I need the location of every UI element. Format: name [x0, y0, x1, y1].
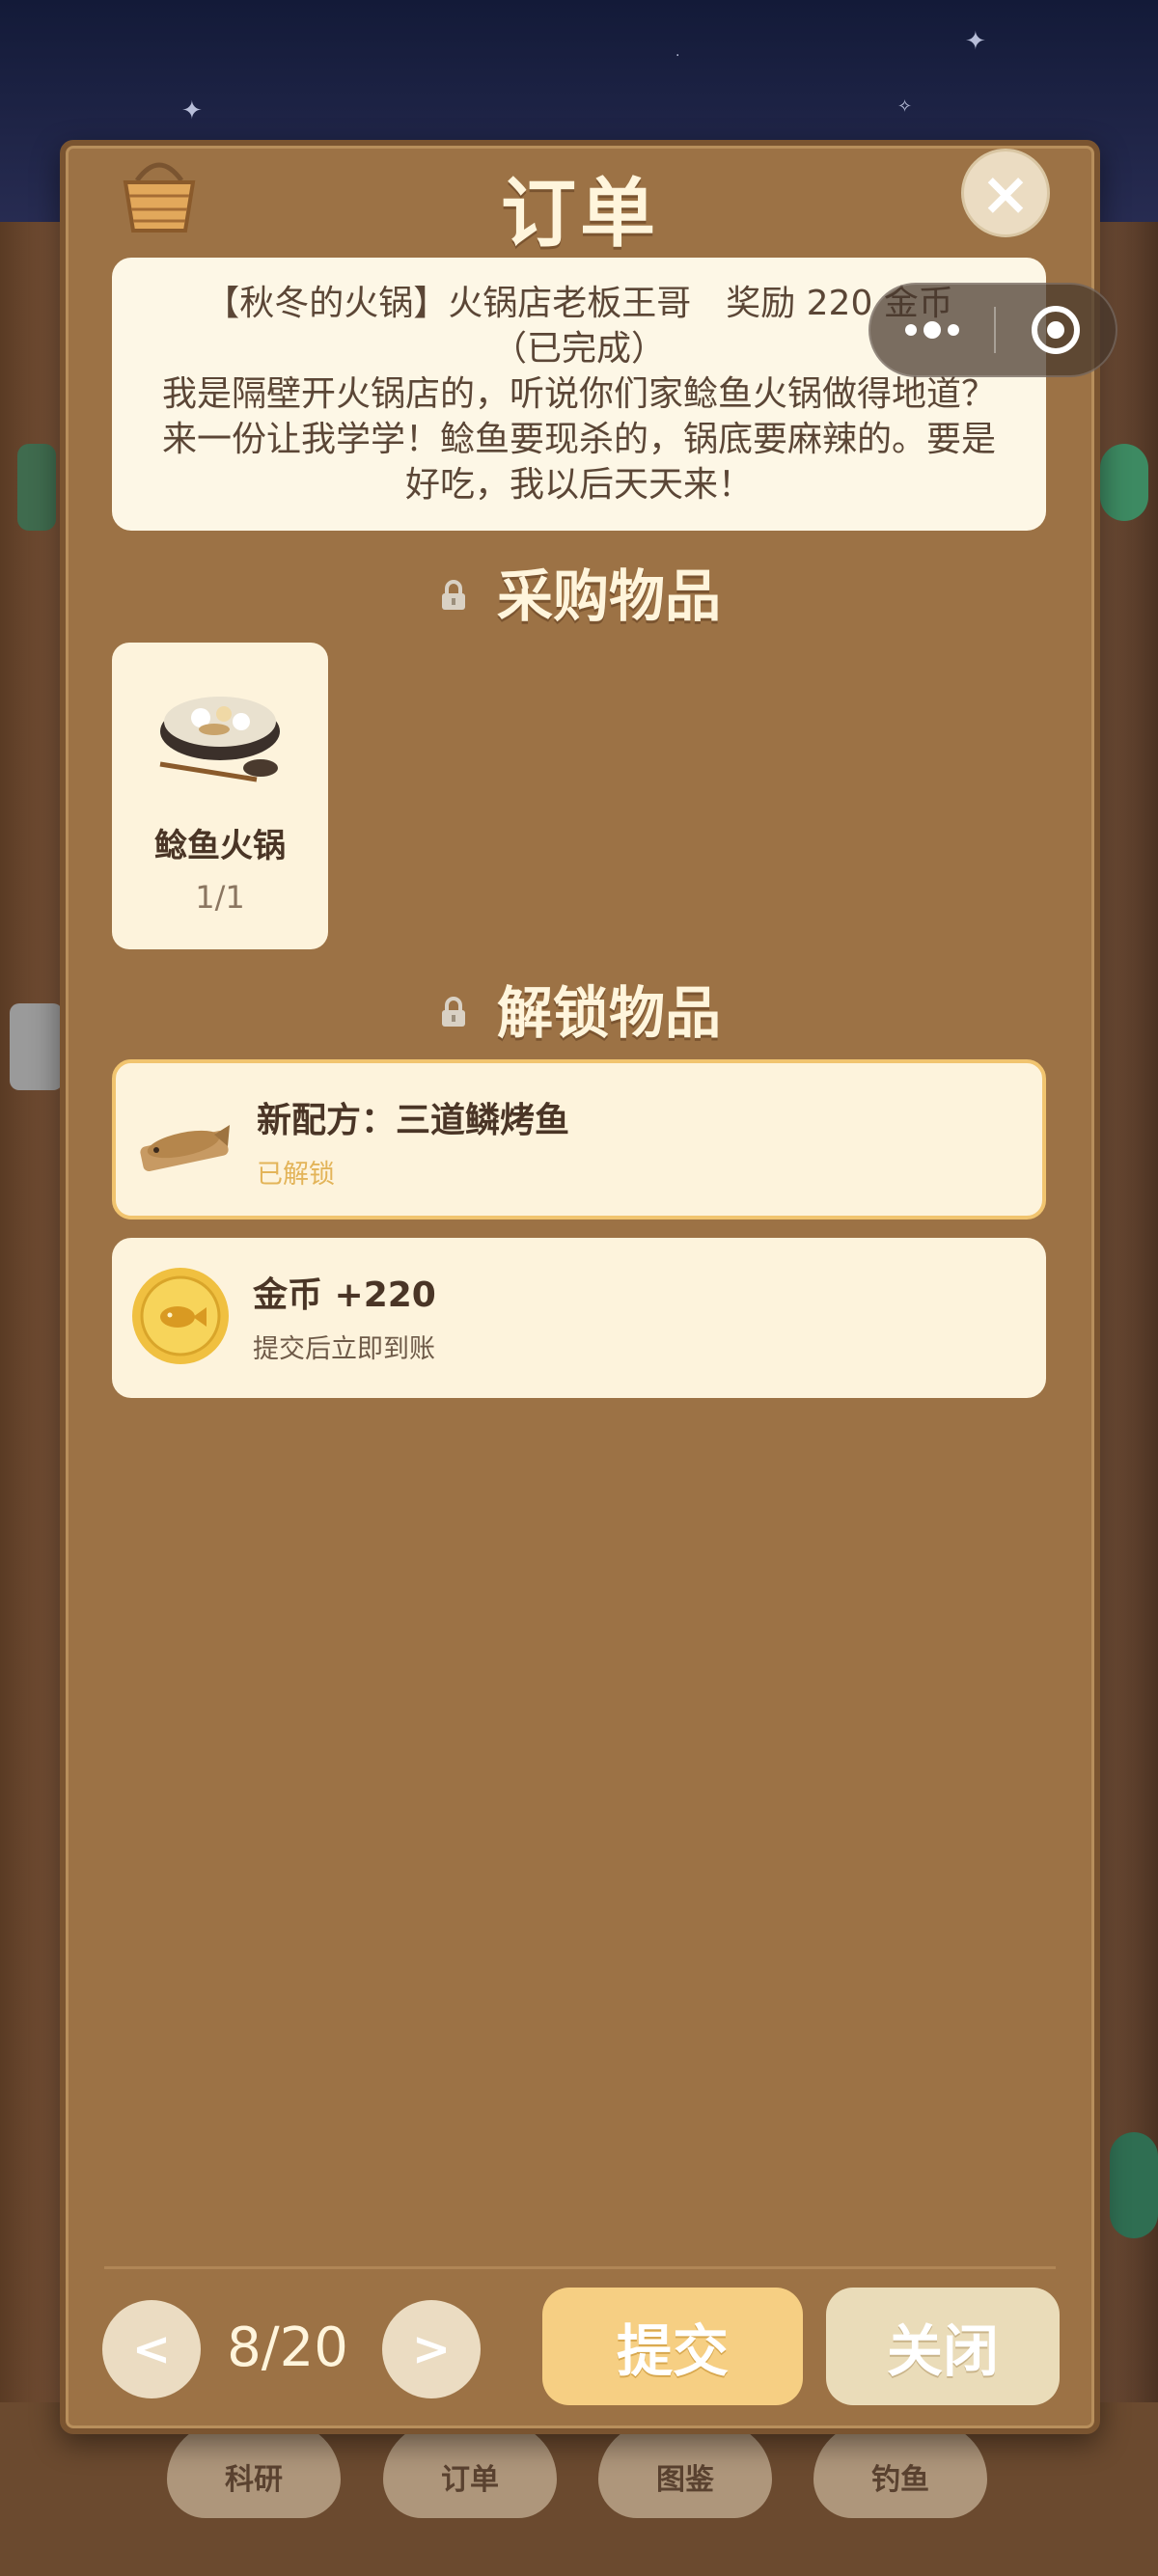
nav-orders-button[interactable]: 订单 [383, 2422, 557, 2518]
barrel-decoration [1110, 2132, 1158, 2238]
lantern-decoration [1100, 444, 1148, 521]
lock-icon [441, 579, 465, 610]
panel-title: 订单 [500, 171, 659, 258]
nav-fishing-button[interactable]: 钓鱼 [813, 2422, 987, 2518]
nav-research-button[interactable]: 科研 [167, 2422, 341, 2518]
reward-coin-title: 金币 +220 [253, 1275, 436, 1315]
reward-recipe-row[interactable]: 新配方：三道鳞烤鱼 已解锁 [112, 1059, 1046, 1219]
plant-pot-decoration [17, 444, 56, 531]
purchase-item-count: 1/1 [195, 879, 245, 916]
exit-miniprogram-button[interactable] [996, 306, 1116, 354]
purchase-heading: 采购物品 [66, 551, 1094, 632]
reward-coin-note: 提交后立即到账 [253, 1334, 435, 1364]
reward-recipe-title: 新配方：三道鳞烤鱼 [257, 1101, 570, 1140]
unlock-heading: 解锁物品 [66, 968, 1094, 1049]
order-panel: 订单 × 【秋冬的火锅】火锅店老板王哥 奖励 220 金币 （已完成） 我是隔壁… [60, 140, 1100, 2434]
more-dot-icon [905, 324, 917, 336]
prev-page-button[interactable]: < [102, 2300, 201, 2398]
purchase-heading-label: 采购物品 [496, 563, 721, 629]
more-dot-icon [924, 321, 941, 339]
star-icon: ✧ [897, 96, 913, 117]
left-wall [0, 222, 68, 2576]
star-icon: ✦ [181, 96, 203, 125]
reward-coin-row[interactable]: 金币 +220 提交后立即到账 [112, 1238, 1046, 1398]
lock-icon [441, 996, 465, 1027]
bottom-nav: 科研 订单 图鉴 钓鱼 [164, 2422, 1013, 2518]
order-description: 我是隔壁开火锅店的，听说你们家鲶鱼火锅做得地道？来一份让我学学！鲶鱼要现杀的，锅… [161, 374, 996, 505]
submit-button[interactable]: 提交 [542, 2288, 803, 2405]
target-icon [1032, 306, 1080, 354]
purchase-item-card[interactable]: 鲶鱼火锅 1/1 [112, 643, 328, 949]
page-indicator: 8/20 [227, 2316, 348, 2379]
gold-coin-icon [132, 1268, 229, 1364]
purchase-item-name: 鲶鱼火锅 [154, 827, 286, 865]
nav-catalog-button[interactable]: 图鉴 [598, 2422, 772, 2518]
close-button[interactable]: 关闭 [826, 2288, 1060, 2405]
grilled-fish-icon [140, 1125, 230, 1171]
unlock-heading-label: 解锁物品 [496, 980, 721, 1046]
miniprogram-capsule [868, 283, 1117, 377]
star-icon: ✦ [965, 27, 986, 56]
more-menu-button[interactable] [870, 285, 994, 375]
footer-divider [104, 2266, 1056, 2269]
next-page-button[interactable]: > [382, 2300, 481, 2398]
close-icon[interactable]: × [961, 149, 1050, 237]
more-dot-icon [948, 324, 959, 336]
stove-decoration [10, 1003, 63, 1090]
reward-recipe-status: 已解锁 [257, 1160, 335, 1190]
catfish-hotpot-icon [159, 697, 280, 782]
star-icon: · [676, 48, 680, 64]
